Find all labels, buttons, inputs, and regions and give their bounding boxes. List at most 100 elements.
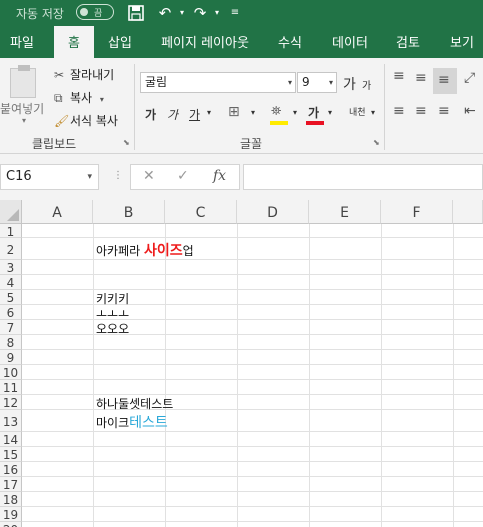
row-header-6[interactable]: 6 bbox=[0, 305, 22, 320]
tab-formulas[interactable]: 수식 bbox=[270, 26, 310, 58]
tab-home[interactable]: 홈 bbox=[54, 26, 94, 58]
cancel-icon[interactable]: ✕ bbox=[143, 168, 155, 184]
paste-dropdown-icon[interactable]: ▾ bbox=[22, 116, 26, 125]
font-size-select[interactable]: 9 ▾ bbox=[297, 72, 337, 93]
font-launcher-icon[interactable]: ⬊ bbox=[373, 138, 380, 147]
font-name-select[interactable]: 굴림 ▾ bbox=[140, 72, 296, 93]
undo-dropdown-icon[interactable]: ▾ bbox=[172, 3, 192, 23]
fill-color-swatch bbox=[270, 121, 288, 125]
tab-file[interactable]: 파일 bbox=[0, 26, 44, 58]
align-left-icon[interactable]: ≡ bbox=[393, 103, 405, 119]
cell-b7[interactable]: 오오오 bbox=[96, 320, 129, 337]
fill-color-dropdown-icon[interactable]: ▾ bbox=[293, 108, 297, 117]
align-top-icon[interactable]: ≡ bbox=[393, 68, 405, 84]
bold-button[interactable]: 가 bbox=[145, 106, 156, 123]
enter-icon[interactable]: ✓ bbox=[177, 168, 189, 184]
shrink-font-button[interactable]: 가 bbox=[362, 77, 371, 92]
font-color-button[interactable]: 가 bbox=[308, 104, 319, 121]
grid-line bbox=[93, 224, 94, 527]
underline-dropdown-icon[interactable]: ▾ bbox=[207, 108, 211, 117]
worksheet-grid[interactable]: A B C D E F 1 2 3 4 5 6 7 8 9 10 11 12 13 14 15 16 17 18 1… bbox=[0, 200, 483, 527]
column-header-b[interactable]: B bbox=[93, 200, 165, 224]
row-header-18[interactable]: 18 bbox=[0, 492, 22, 507]
format-painter-button[interactable]: 🖌서식 복사 bbox=[54, 112, 118, 130]
borders-icon[interactable]: ⊞ bbox=[228, 104, 240, 120]
font-color-dropdown-icon[interactable]: ▾ bbox=[328, 108, 332, 117]
column-header-f[interactable]: F bbox=[381, 200, 453, 224]
borders-dropdown-icon[interactable]: ▾ bbox=[251, 108, 255, 117]
grid-line bbox=[22, 289, 483, 290]
phonetic-dropdown-icon[interactable]: ▾ bbox=[371, 108, 375, 117]
column-header-g[interactable] bbox=[453, 200, 483, 224]
tab-insert[interactable]: 삽입 bbox=[100, 26, 140, 58]
column-header-d[interactable]: D bbox=[237, 200, 309, 224]
paste-button[interactable]: 붙여넣기 bbox=[0, 100, 44, 117]
row-header-20[interactable]: 20 bbox=[0, 522, 22, 527]
grid-line bbox=[22, 506, 483, 507]
phonetic-button[interactable]: 내천 bbox=[349, 105, 366, 118]
customize-icon[interactable]: ≡ bbox=[225, 3, 245, 23]
copy-icon: ⧉ bbox=[54, 91, 63, 105]
name-box[interactable]: C16 ▾ bbox=[0, 164, 99, 190]
row-header-19[interactable]: 19 bbox=[0, 507, 22, 522]
tab-view[interactable]: 보기 bbox=[442, 26, 482, 58]
autosave-toggle[interactable]: 끔 bbox=[76, 4, 114, 20]
clipboard-launcher-icon[interactable]: ⬊ bbox=[123, 138, 130, 147]
row-header-17[interactable]: 17 bbox=[0, 477, 22, 492]
redo-dropdown-icon[interactable]: ▾ bbox=[207, 3, 227, 23]
row-header-10[interactable]: 10 bbox=[0, 365, 22, 380]
decrease-indent-icon[interactable]: ⇤ bbox=[464, 103, 476, 119]
row-header-4[interactable]: 4 bbox=[0, 275, 22, 290]
copy-button[interactable]: ⧉ 복사 ▾ bbox=[54, 89, 104, 107]
underline-button[interactable]: 가 bbox=[189, 106, 200, 123]
row-header-3[interactable]: 3 bbox=[0, 260, 22, 275]
chevron-down-icon: ▾ bbox=[328, 78, 333, 87]
grid-line bbox=[22, 349, 483, 350]
row-header-16[interactable]: 16 bbox=[0, 462, 22, 477]
grid-line bbox=[22, 461, 483, 462]
column-header-e[interactable]: E bbox=[309, 200, 381, 224]
select-all-button[interactable] bbox=[0, 200, 22, 224]
align-center-icon[interactable]: ≡ bbox=[415, 103, 427, 119]
row-header-11[interactable]: 11 bbox=[0, 380, 22, 395]
formula-buttons: ✕ ✓ fx bbox=[130, 164, 240, 190]
row-header-2[interactable]: 2 bbox=[0, 238, 22, 260]
row-header-8[interactable]: 8 bbox=[0, 335, 22, 350]
chevron-down-icon[interactable]: ▾ bbox=[87, 165, 92, 189]
row-header-1[interactable]: 1 bbox=[0, 224, 22, 239]
copy-dropdown-icon[interactable]: ▾ bbox=[100, 95, 104, 104]
fill-color-icon[interactable]: ⛯ bbox=[271, 104, 281, 119]
align-right-icon[interactable]: ≡ bbox=[438, 103, 450, 119]
cell-b12[interactable]: 하나둘셋테스트 bbox=[96, 395, 173, 412]
save-icon[interactable] bbox=[126, 3, 146, 23]
italic-button[interactable]: 가 bbox=[167, 106, 178, 123]
ribbon: 붙여넣기 ▾ ✂ 잘라내기 ⧉ 복사 ▾ 🖌서식 복사 클립보드 ⬊ 굴림 ▾ 9 … bbox=[0, 58, 483, 154]
row-header-9[interactable]: 9 bbox=[0, 350, 22, 365]
tab-review[interactable]: 검토 bbox=[388, 26, 428, 58]
row-header-15[interactable]: 15 bbox=[0, 447, 22, 462]
formula-input[interactable] bbox=[243, 164, 483, 190]
paste-icon[interactable] bbox=[10, 65, 36, 98]
insert-function-button[interactable]: fx bbox=[213, 168, 226, 184]
cut-button[interactable]: ✂ 잘라내기 bbox=[54, 66, 114, 84]
row-header-13[interactable]: 13 bbox=[0, 410, 22, 432]
clipboard-group-label: 클립보드 bbox=[32, 137, 77, 151]
row-header-12[interactable]: 12 bbox=[0, 395, 22, 410]
row-header-14[interactable]: 14 bbox=[0, 432, 22, 447]
more-options-icon[interactable]: ⋮ bbox=[113, 170, 123, 181]
column-header-a[interactable]: A bbox=[22, 200, 93, 224]
grow-font-button[interactable]: 가 bbox=[343, 74, 356, 94]
row-header-7[interactable]: 7 bbox=[0, 320, 22, 335]
grid-line bbox=[22, 394, 483, 395]
align-middle-icon[interactable]: ≡ bbox=[415, 70, 427, 86]
column-header-c[interactable]: C bbox=[165, 200, 237, 224]
ribbon-tabs: 파일 홈 삽입 페이지 레이아웃 수식 데이터 검토 보기 bbox=[0, 26, 483, 58]
grid-line bbox=[22, 319, 483, 320]
cell-b2[interactable]: 아카페라 사이즈업 bbox=[96, 240, 194, 260]
tab-page-layout[interactable]: 페이지 레이아웃 bbox=[155, 26, 255, 58]
orientation-icon[interactable]: ⤢ bbox=[464, 70, 475, 86]
cell-b13[interactable]: 마이크테스트 bbox=[96, 412, 168, 432]
tab-data[interactable]: 데이터 bbox=[325, 26, 375, 58]
grid-line bbox=[22, 431, 483, 432]
row-header-5[interactable]: 5 bbox=[0, 290, 22, 305]
